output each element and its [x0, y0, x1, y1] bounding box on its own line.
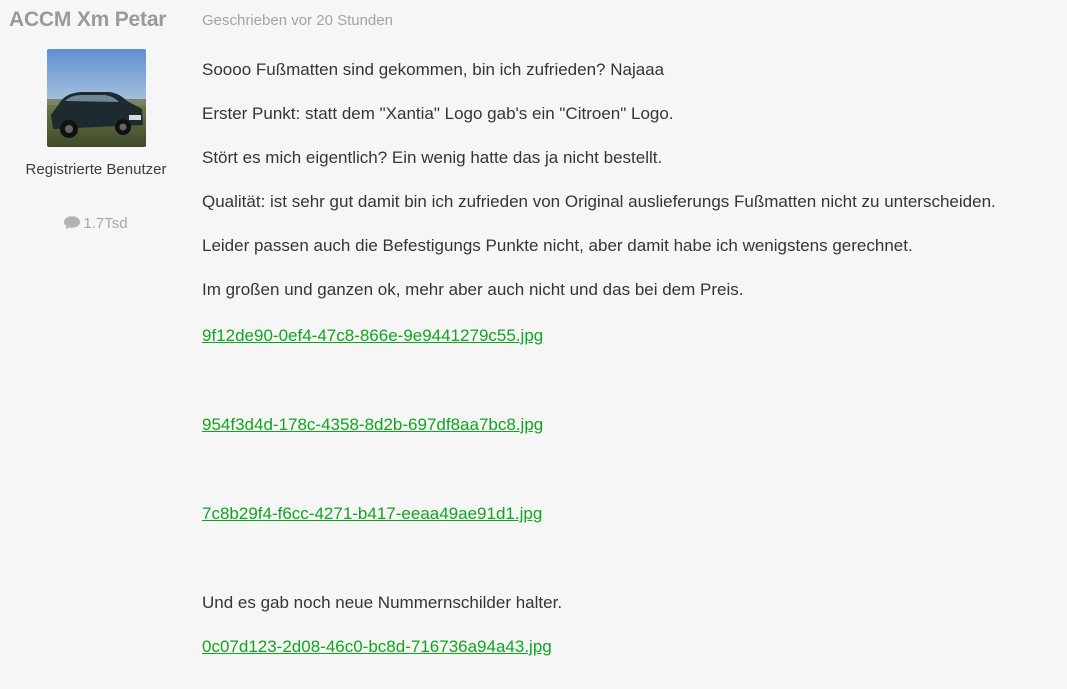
- post-timestamp[interactable]: Geschrieben vor 20 Stunden: [202, 12, 393, 29]
- post-paragraph: Leider passen auch die Befestigungs Punk…: [202, 236, 913, 255]
- author-avatar[interactable]: [47, 49, 146, 147]
- user-group-label: Registrierte Benutzer: [25, 161, 167, 178]
- post-paragraph: Qualität: ist sehr gut damit bin ich zuf…: [202, 192, 996, 211]
- post-paragraph: Und es gab noch neue Nummernschilder hal…: [202, 593, 563, 612]
- comment-bubble-icon: [64, 216, 81, 234]
- author-name-link[interactable]: ACCM Xm Petar: [9, 8, 166, 32]
- post-paragraph: Soooo Fußmatten sind gekommen, bin ich z…: [202, 60, 665, 79]
- car-photo-icon: [47, 49, 146, 147]
- forum-post: ACCM Xm Petar Registrierte Benutzer 1.7T…: [0, 0, 1067, 689]
- attachment-link[interactable]: 0c07d123-2d08-46c0-bc8d-716736a94a43.jpg: [202, 636, 552, 658]
- attachment-link[interactable]: 954f3d4d-178c-4358-8d2b-697df8aa7bc8.jpg: [202, 414, 543, 436]
- post-count-value: 1.7Tsd: [83, 215, 128, 232]
- post-paragraph: Im großen und ganzen ok, mehr aber auch …: [202, 280, 744, 299]
- post-paragraph: Stört es mich eigentlich? Ein wenig hatt…: [202, 148, 663, 167]
- post-count[interactable]: 1.7Tsd: [0, 215, 192, 234]
- attachment-link[interactable]: 7c8b29f4-f6cc-4271-b417-eeaa49ae91d1.jpg: [202, 503, 542, 525]
- post-paragraph: Erster Punkt: statt dem "Xantia" Logo ga…: [202, 104, 674, 123]
- attachment-link[interactable]: 9f12de90-0ef4-47c8-866e-9e9441279c55.jpg: [202, 325, 543, 347]
